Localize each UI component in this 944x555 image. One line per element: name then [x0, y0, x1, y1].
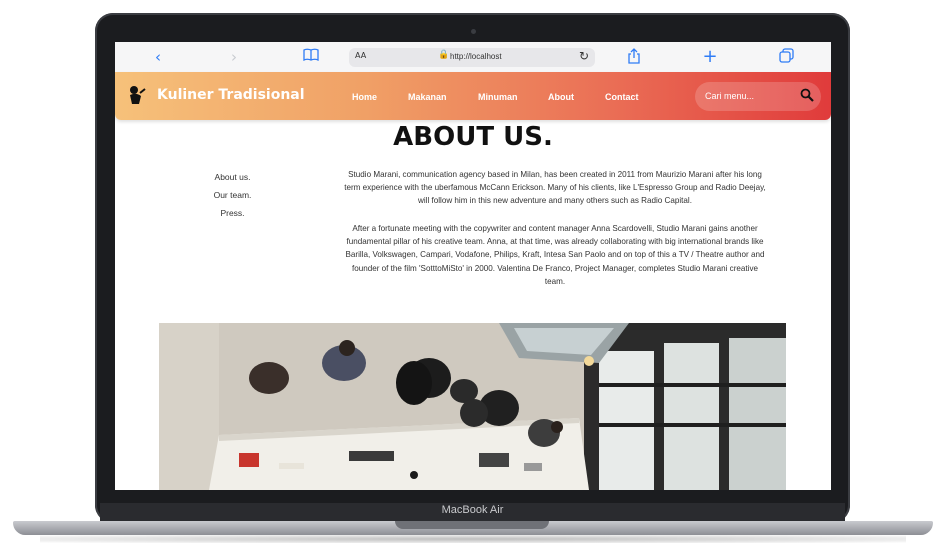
reload-icon[interactable]: ↻ — [579, 49, 589, 63]
search-input[interactable]: Cari menu... — [695, 82, 821, 111]
new-tab-icon[interactable]: + — [701, 48, 719, 66]
nav-about[interactable]: About — [548, 92, 574, 102]
laptop-chin: MacBook Air — [100, 503, 845, 521]
site-brand[interactable]: Kuliner Tradisional — [157, 87, 305, 103]
paragraph-line: After a fortunate meeting with the copyw… — [352, 224, 758, 233]
lock-icon: 🔒 — [438, 50, 450, 60]
paragraph-line: fundamental pillar of his creative team.… — [346, 237, 764, 247]
paragraph-line: team. — [544, 276, 566, 286]
search-placeholder: Cari menu... — [705, 91, 755, 101]
office-team-photo — [159, 323, 786, 490]
side-link-about-us[interactable]: About us. — [195, 168, 270, 186]
paragraph-line: term experience with the uberfamous McCa… — [344, 183, 766, 193]
nav-makanan[interactable]: Makanan — [408, 92, 447, 102]
url-text: http://localhost — [450, 52, 502, 61]
browser-screen: ‹ › AA 🔒 http://localhost ↻ + Kuliner Tr… — [115, 42, 831, 490]
nav-minuman[interactable]: Minuman — [478, 92, 518, 102]
search-icon[interactable] — [799, 87, 815, 103]
paragraph-line: Studio Marani, communication agency base… — [348, 170, 762, 179]
paragraph-line: founder of the film 'SotttoMiSto' in 200… — [351, 263, 759, 273]
paragraph-line: Barilla, Volkswagen, Campari, Vodafone, … — [345, 250, 765, 260]
bookmarks-icon[interactable] — [302, 48, 320, 66]
address-bar[interactable]: AA 🔒 http://localhost ↻ — [349, 48, 595, 67]
laptop-notch — [395, 521, 549, 529]
back-icon[interactable]: ‹ — [149, 48, 167, 66]
browser-toolbar: ‹ › AA 🔒 http://localhost ↻ + — [115, 42, 831, 73]
camera-dot — [471, 29, 476, 34]
site-navbar: Kuliner Tradisional Home Makanan Minuman… — [115, 72, 831, 120]
chef-logo-icon — [127, 84, 147, 106]
reader-aa-button[interactable]: AA — [355, 51, 366, 60]
about-paragraph-1: Studio Marani, communication agency base… — [320, 168, 790, 208]
paragraph-line: will follow him in this new adventure an… — [418, 196, 692, 206]
device-label: MacBook Air — [441, 504, 504, 516]
tabs-overview-icon[interactable] — [777, 48, 795, 66]
about-side-nav: About us. Our team. Press. — [195, 168, 270, 222]
about-paragraph-2: After a fortunate meeting with the copyw… — [320, 222, 790, 288]
about-title: ABOUT US. — [393, 122, 553, 152]
forward-icon[interactable]: › — [225, 48, 243, 66]
laptop-shadow — [40, 535, 906, 543]
side-link-press[interactable]: Press. — [195, 204, 270, 222]
share-icon[interactable] — [625, 48, 643, 66]
nav-contact[interactable]: Contact — [605, 92, 639, 102]
nav-home[interactable]: Home — [352, 92, 377, 102]
side-link-our-team[interactable]: Our team. — [195, 186, 270, 204]
